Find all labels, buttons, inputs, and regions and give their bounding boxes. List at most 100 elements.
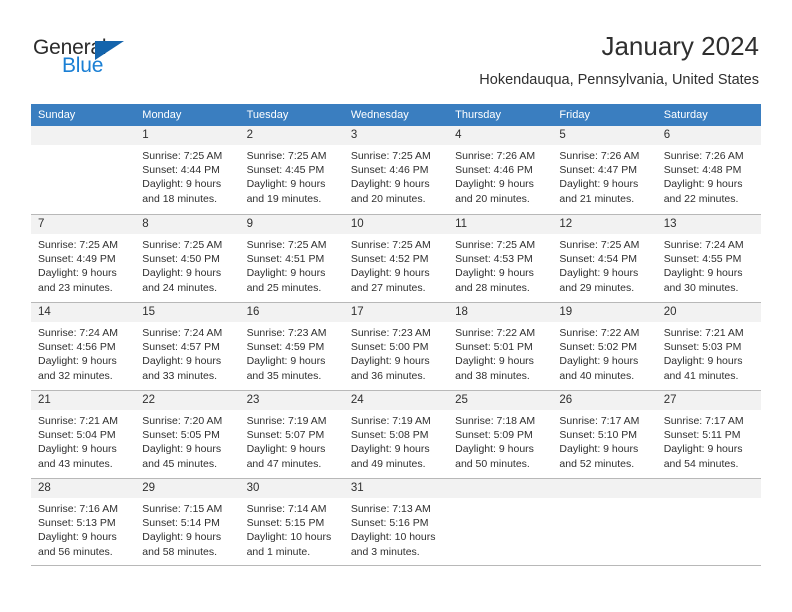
sunrise-text: Sunrise: 7:23 AM <box>246 327 327 339</box>
day-number <box>656 479 761 498</box>
calendar-day-cell[interactable]: 26 Sunrise: 7:17 AM Sunset: 5:10 PM Dayl… <box>552 390 657 478</box>
day-details: Sunrise: 7:25 AM Sunset: 4:44 PM Dayligh… <box>135 145 239 206</box>
calendar-day-cell[interactable]: 28 Sunrise: 7:16 AM Sunset: 5:13 PM Dayl… <box>31 478 136 566</box>
daylight-text-2: and 19 minutes. <box>246 192 322 205</box>
calendar-week-row: 7 Sunrise: 7:25 AM Sunset: 4:49 PM Dayli… <box>31 214 761 302</box>
calendar-day-cell[interactable]: 5 Sunrise: 7:26 AM Sunset: 4:47 PM Dayli… <box>552 126 657 214</box>
day-number: 12 <box>552 215 657 234</box>
calendar-day-cell[interactable]: 12 Sunrise: 7:25 AM Sunset: 4:54 PM Dayl… <box>552 214 657 302</box>
daylight-text-2: and 23 minutes. <box>38 281 113 294</box>
day-number <box>552 479 657 498</box>
day-details: Sunrise: 7:13 AM Sunset: 5:16 PM Dayligh… <box>344 498 448 559</box>
day-details <box>448 498 552 502</box>
day-number: 8 <box>135 215 240 234</box>
daylight-text-2: and 43 minutes. <box>38 457 113 470</box>
daylight-text-2: and 3 minutes. <box>350 545 420 558</box>
calendar-day-cell[interactable]: 18 Sunrise: 7:22 AM Sunset: 5:01 PM Dayl… <box>448 302 553 390</box>
calendar-day-cell[interactable]: 21 Sunrise: 7:21 AM Sunset: 5:04 PM Dayl… <box>31 390 136 478</box>
calendar-day-cell[interactable]: 24 Sunrise: 7:19 AM Sunset: 5:08 PM Dayl… <box>343 390 449 478</box>
calendar-day-cell[interactable]: 14 Sunrise: 7:24 AM Sunset: 4:56 PM Dayl… <box>31 302 136 390</box>
general-blue-logo[interactable]: General Blue <box>33 36 233 86</box>
calendar-day-cell[interactable]: 29 Sunrise: 7:15 AM Sunset: 5:14 PM Dayl… <box>135 478 240 566</box>
calendar-day-cell[interactable]: 10 Sunrise: 7:25 AM Sunset: 4:52 PM Dayl… <box>343 214 449 302</box>
sunset-text: Sunset: 4:46 PM <box>455 164 533 177</box>
calendar-day-cell[interactable]: 15 Sunrise: 7:24 AM Sunset: 4:57 PM Dayl… <box>135 302 240 390</box>
sunset-text: Sunset: 4:49 PM <box>38 253 116 266</box>
calendar-day-cell[interactable]: 19 Sunrise: 7:22 AM Sunset: 5:02 PM Dayl… <box>552 302 657 390</box>
sunrise-text: Sunrise: 7:25 AM <box>142 239 223 251</box>
daylight-text-1: Daylight: 9 hours <box>142 355 222 368</box>
calendar-day-cell[interactable]: 22 Sunrise: 7:20 AM Sunset: 5:05 PM Dayl… <box>135 390 240 478</box>
daylight-text-1: Daylight: 9 hours <box>142 267 222 280</box>
day-number: 23 <box>239 391 344 410</box>
calendar-day-cell[interactable]: 8 Sunrise: 7:25 AM Sunset: 4:50 PM Dayli… <box>135 214 240 302</box>
day-details: Sunrise: 7:15 AM Sunset: 5:14 PM Dayligh… <box>135 498 239 559</box>
day-number: 9 <box>239 215 344 234</box>
calendar-day-cell[interactable]: 3 Sunrise: 7:25 AM Sunset: 4:46 PM Dayli… <box>343 126 449 214</box>
day-details: Sunrise: 7:25 AM Sunset: 4:45 PM Dayligh… <box>240 145 344 206</box>
daylight-text-1: Daylight: 9 hours <box>455 355 534 368</box>
daylight-text-2: and 40 minutes. <box>559 369 635 382</box>
sunrise-text: Sunrise: 7:25 AM <box>38 239 118 251</box>
day-details: Sunrise: 7:25 AM Sunset: 4:50 PM Dayligh… <box>135 234 239 295</box>
daylight-text-1: Daylight: 9 hours <box>142 531 222 544</box>
calendar-day-cell[interactable]: 4 Sunrise: 7:26 AM Sunset: 4:46 PM Dayli… <box>448 126 553 214</box>
daylight-text-2: and 18 minutes. <box>142 192 217 205</box>
day-details: Sunrise: 7:26 AM Sunset: 4:48 PM Dayligh… <box>657 145 761 206</box>
day-details: Sunrise: 7:26 AM Sunset: 4:46 PM Dayligh… <box>448 145 552 206</box>
sunrise-text: Sunrise: 7:14 AM <box>246 503 327 515</box>
sunrise-text: Sunrise: 7:26 AM <box>455 150 536 162</box>
calendar-day-cell[interactable]: 27 Sunrise: 7:17 AM Sunset: 5:11 PM Dayl… <box>656 390 761 478</box>
calendar-day-cell[interactable] <box>552 478 657 566</box>
calendar-day-cell[interactable]: 31 Sunrise: 7:13 AM Sunset: 5:16 PM Dayl… <box>343 478 449 566</box>
sunset-text: Sunset: 5:03 PM <box>663 341 742 354</box>
sunrise-text: Sunrise: 7:24 AM <box>663 239 744 251</box>
sunset-text: Sunset: 4:50 PM <box>142 253 220 266</box>
calendar-day-cell[interactable] <box>31 126 136 214</box>
calendar-day-cell[interactable]: 16 Sunrise: 7:23 AM Sunset: 4:59 PM Dayl… <box>239 302 344 390</box>
sunset-text: Sunset: 4:46 PM <box>350 164 429 177</box>
calendar-day-cell[interactable]: 20 Sunrise: 7:21 AM Sunset: 5:03 PM Dayl… <box>656 302 761 390</box>
sunset-text: Sunset: 5:16 PM <box>350 517 429 530</box>
daylight-text-1: Daylight: 9 hours <box>455 178 534 191</box>
weekday-header-row: Sunday Monday Tuesday Wednesday Thursday… <box>31 104 761 126</box>
calendar-day-cell[interactable]: 6 Sunrise: 7:26 AM Sunset: 4:48 PM Dayli… <box>656 126 761 214</box>
day-details: Sunrise: 7:20 AM Sunset: 5:05 PM Dayligh… <box>135 410 239 471</box>
calendar-day-cell[interactable]: 7 Sunrise: 7:25 AM Sunset: 4:49 PM Dayli… <box>31 214 136 302</box>
daylight-text-1: Daylight: 9 hours <box>663 178 743 191</box>
calendar-day-cell[interactable]: 13 Sunrise: 7:24 AM Sunset: 4:55 PM Dayl… <box>656 214 761 302</box>
sunset-text: Sunset: 5:14 PM <box>142 517 220 530</box>
day-details: Sunrise: 7:22 AM Sunset: 5:02 PM Dayligh… <box>552 322 656 383</box>
day-details: Sunrise: 7:26 AM Sunset: 4:47 PM Dayligh… <box>552 145 656 206</box>
sunrise-text: Sunrise: 7:25 AM <box>246 150 327 162</box>
calendar-day-cell[interactable]: 1 Sunrise: 7:25 AM Sunset: 4:44 PM Dayli… <box>135 126 240 214</box>
calendar-day-cell[interactable]: 11 Sunrise: 7:25 AM Sunset: 4:53 PM Dayl… <box>448 214 553 302</box>
day-number: 21 <box>31 391 136 410</box>
day-number: 13 <box>656 215 761 234</box>
daylight-text-2: and 1 minute. <box>246 545 311 558</box>
day-details <box>31 145 135 149</box>
calendar-day-cell[interactable]: 23 Sunrise: 7:19 AM Sunset: 5:07 PM Dayl… <box>239 390 344 478</box>
sunrise-text: Sunrise: 7:21 AM <box>38 415 118 427</box>
sunset-text: Sunset: 5:13 PM <box>38 517 116 530</box>
daylight-text-2: and 20 minutes. <box>455 192 530 205</box>
calendar-day-cell[interactable]: 9 Sunrise: 7:25 AM Sunset: 4:51 PM Dayli… <box>239 214 344 302</box>
calendar-day-cell[interactable] <box>656 478 761 566</box>
calendar-day-cell[interactable]: 30 Sunrise: 7:14 AM Sunset: 5:15 PM Dayl… <box>239 478 344 566</box>
day-number: 16 <box>239 303 344 322</box>
sunset-text: Sunset: 5:09 PM <box>455 429 533 442</box>
weekday-header-thursday: Thursday <box>448 104 553 126</box>
sunrise-text: Sunrise: 7:25 AM <box>350 150 431 162</box>
calendar-day-cell[interactable]: 25 Sunrise: 7:18 AM Sunset: 5:09 PM Dayl… <box>448 390 553 478</box>
daylight-text-1: Daylight: 10 hours <box>350 531 436 544</box>
calendar-day-cell[interactable]: 17 Sunrise: 7:23 AM Sunset: 5:00 PM Dayl… <box>343 302 449 390</box>
sunset-text: Sunset: 5:15 PM <box>246 517 325 530</box>
calendar-day-cell[interactable] <box>448 478 553 566</box>
calendar-day-cell[interactable]: 2 Sunrise: 7:25 AM Sunset: 4:45 PM Dayli… <box>239 126 344 214</box>
sunrise-text: Sunrise: 7:20 AM <box>142 415 223 427</box>
daylight-text-1: Daylight: 9 hours <box>455 443 534 456</box>
day-number: 14 <box>31 303 136 322</box>
sunrise-text: Sunrise: 7:26 AM <box>559 150 640 162</box>
sunrise-text: Sunrise: 7:17 AM <box>663 415 744 427</box>
daylight-text-2: and 33 minutes. <box>142 369 217 382</box>
